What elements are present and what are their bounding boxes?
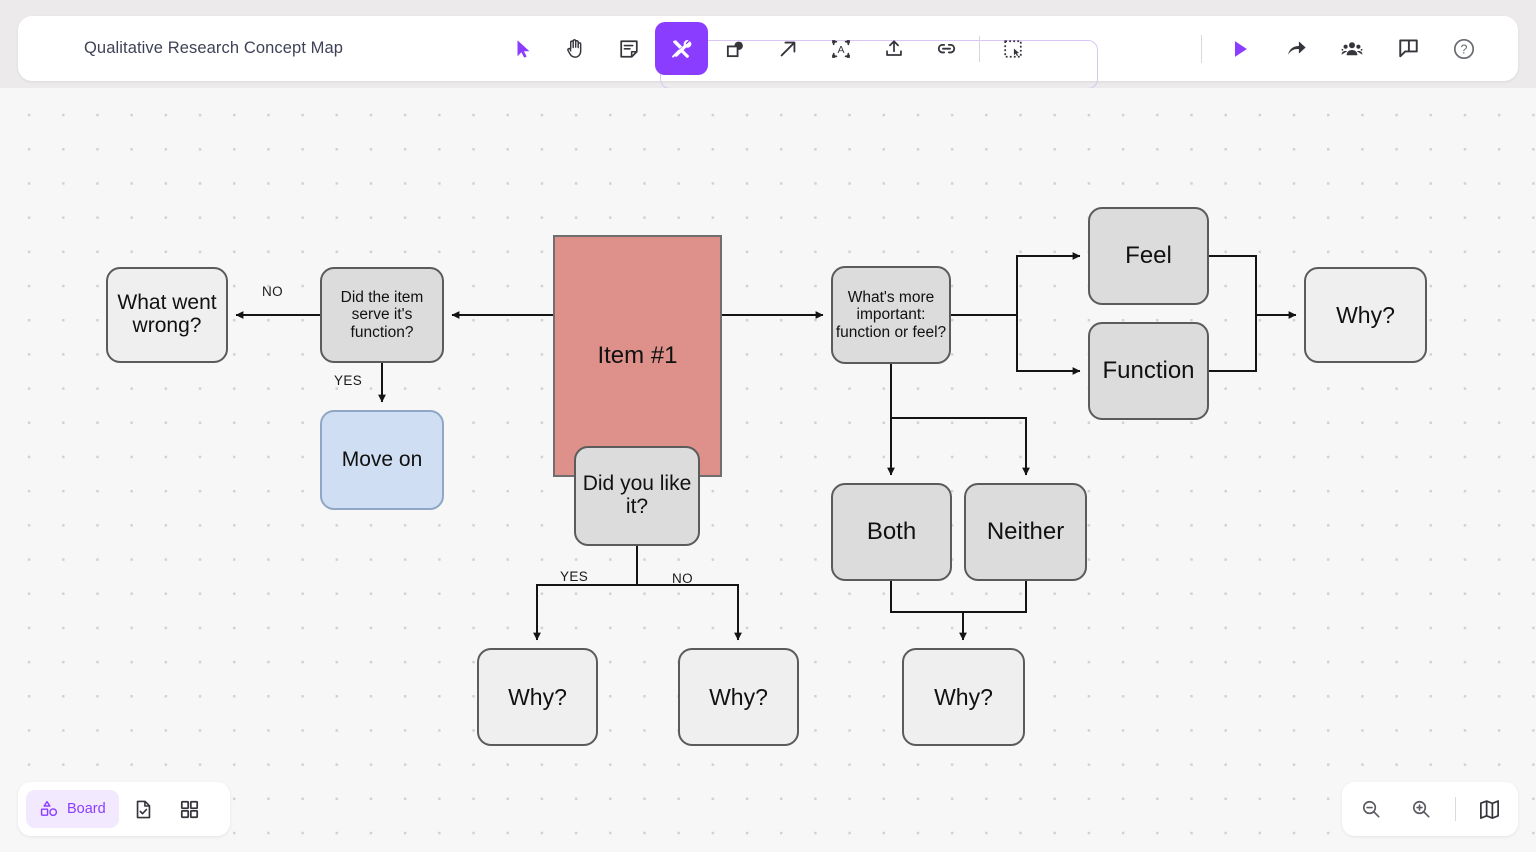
whiteboard-app: Qualitative Research Concept Map	[0, 0, 1536, 852]
help-button[interactable]: ?	[1436, 22, 1492, 75]
edge-label-no-serve: NO	[262, 284, 283, 299]
help-circle-icon: ?	[1452, 37, 1476, 61]
shapes-icon	[39, 799, 59, 819]
node-why-feel-function[interactable]: Why?	[1304, 267, 1427, 363]
header-actions: ?	[1201, 22, 1492, 75]
tasks-button[interactable]	[123, 790, 165, 828]
edge-both-to-why	[891, 581, 963, 640]
edge-important-to-function	[1017, 315, 1080, 371]
hand-icon	[564, 37, 587, 60]
board-tab[interactable]: Board	[26, 790, 119, 828]
svg-text:?: ?	[1461, 42, 1468, 56]
zoom-in-button[interactable]	[1397, 789, 1445, 829]
share-arrow-icon	[1285, 37, 1308, 60]
edge-like-yes	[537, 546, 637, 640]
zoom-in-icon	[1410, 798, 1432, 820]
edge-neither-to-why	[963, 581, 1026, 612]
node-whats-more-important[interactable]: What's more important: function or feel?	[831, 266, 951, 364]
upload-tool[interactable]	[867, 22, 920, 75]
edge-label-no-like: NO	[672, 571, 693, 586]
marquee-select-icon	[1002, 38, 1024, 60]
play-icon	[1229, 38, 1251, 60]
board-switcher-bar: Board	[18, 782, 230, 836]
sticky-note-icon	[618, 38, 640, 60]
grid-icon	[179, 799, 200, 820]
node-did-you-like-it[interactable]: Did you like it?	[574, 446, 700, 546]
node-move-on[interactable]: Move on	[320, 410, 444, 510]
select-tool[interactable]	[496, 22, 549, 75]
link-tool[interactable]	[920, 22, 973, 75]
edge-feel-to-why	[1209, 256, 1296, 315]
svg-text:A: A	[837, 44, 844, 56]
comment-icon	[1397, 37, 1420, 60]
zoom-out-button[interactable]	[1347, 789, 1395, 829]
people-icon	[1340, 37, 1364, 61]
edge-important-to-neither	[891, 364, 1026, 475]
node-why-both-neither[interactable]: Why?	[902, 648, 1025, 746]
sticky-note-tool[interactable]	[602, 22, 655, 75]
edge-label-yes-serve: YES	[334, 373, 362, 388]
cursor-icon	[512, 38, 534, 60]
document-check-icon	[133, 799, 154, 820]
grid-view-button[interactable]	[169, 790, 211, 828]
present-button[interactable]	[1212, 22, 1268, 75]
node-function[interactable]: Function	[1088, 322, 1209, 420]
frame-tool[interactable]	[708, 22, 761, 75]
edge-important-to-feel	[951, 256, 1080, 315]
comments-button[interactable]	[1380, 22, 1436, 75]
shapes-tool[interactable]	[655, 22, 708, 75]
arrow-diagonal-icon	[777, 38, 799, 60]
node-feel[interactable]: Feel	[1088, 207, 1209, 305]
collaborators-button[interactable]	[1324, 22, 1380, 75]
node-item-1[interactable]: Item #1	[553, 235, 722, 477]
node-why-like-no[interactable]: Why?	[678, 648, 799, 746]
zoom-controls-bar	[1342, 782, 1518, 836]
actions-divider	[1201, 35, 1202, 63]
node-did-item-serve-function[interactable]: Did the item serve it's function?	[320, 267, 444, 363]
link-icon	[935, 37, 958, 60]
node-both[interactable]: Both	[831, 483, 952, 581]
upload-icon	[883, 38, 905, 60]
edge-label-yes-like: YES	[560, 569, 588, 584]
page-title[interactable]: Qualitative Research Concept Map	[84, 39, 343, 58]
toolbar-divider	[979, 36, 980, 62]
text-tool[interactable]: A	[814, 22, 867, 75]
board-canvas[interactable]: What went wrong? Did the item serve it's…	[0, 88, 1536, 852]
tools-icon	[670, 37, 693, 60]
marquee-select-tool[interactable]	[986, 22, 1039, 75]
zoom-divider	[1455, 797, 1456, 821]
minimap-button[interactable]	[1466, 789, 1514, 829]
node-neither[interactable]: Neither	[964, 483, 1087, 581]
map-icon	[1478, 798, 1501, 821]
hand-tool[interactable]	[549, 22, 602, 75]
board-tab-label: Board	[67, 801, 106, 817]
node-what-went-wrong[interactable]: What went wrong?	[106, 267, 228, 363]
shapes-overlap-icon	[724, 38, 746, 60]
connector-tool[interactable]	[761, 22, 814, 75]
share-button[interactable]	[1268, 22, 1324, 75]
text-box-icon: A	[830, 38, 852, 60]
edge-like-no	[637, 585, 738, 640]
app-header: Qualitative Research Concept Map	[18, 16, 1518, 81]
zoom-out-icon	[1360, 798, 1382, 820]
toolbar: A	[496, 22, 1039, 75]
edge-function-to-why	[1209, 315, 1256, 371]
node-why-like-yes[interactable]: Why?	[477, 648, 598, 746]
